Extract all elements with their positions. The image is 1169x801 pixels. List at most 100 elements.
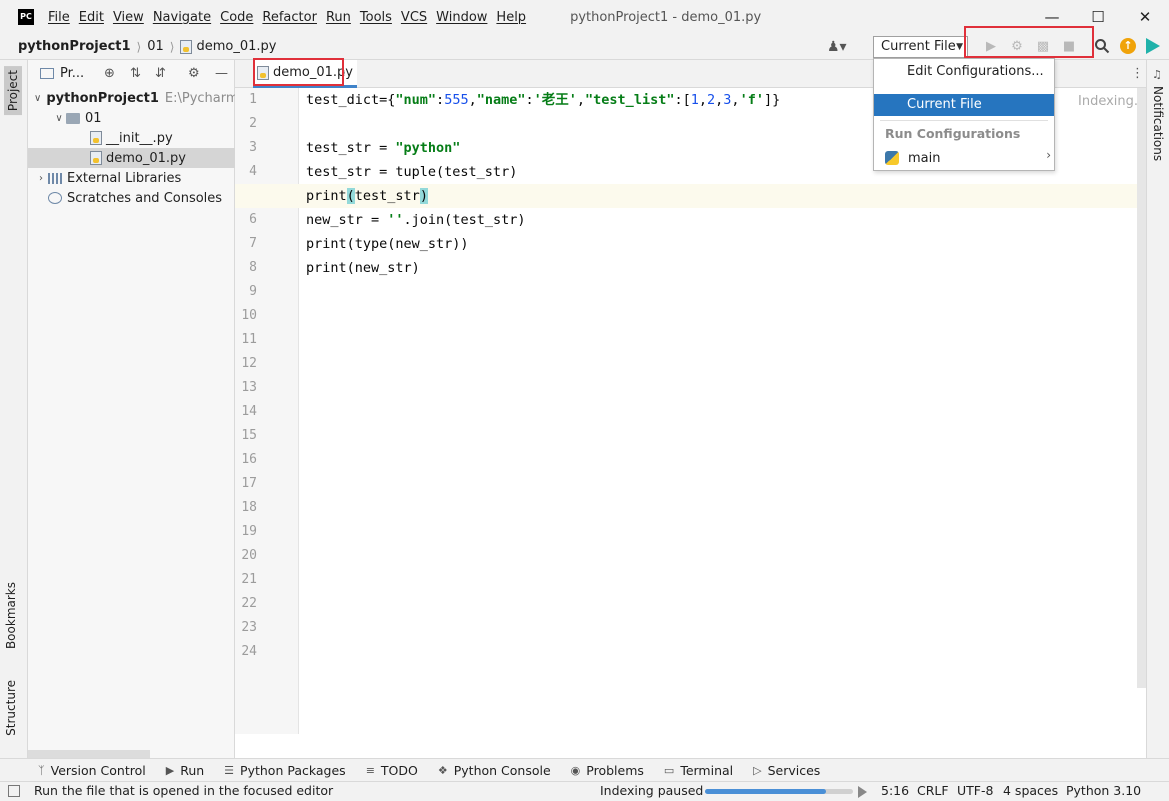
code-line[interactable]: print(type(new_str)): [306, 232, 469, 256]
menu-tools[interactable]: Tools: [360, 10, 392, 25]
tree-item-folder-01[interactable]: ∨ 01: [28, 108, 235, 128]
menu-help[interactable]: Help: [496, 10, 526, 25]
caret-position[interactable]: 5:16: [881, 783, 909, 798]
status-message: Run the file that is opened in the focus…: [34, 783, 334, 798]
code-line[interactable]: test_str = tuple(test_str): [306, 160, 517, 184]
ide-logo-icon[interactable]: [1146, 38, 1160, 54]
breadcrumb: pythonProject1 ⟩ 01 ⟩ demo_01.py: [18, 39, 276, 54]
tool-window-bar: ᛉ Version Control ▶ Run ☰ Python Packages ≡…: [0, 758, 1169, 781]
tree-item-project-root[interactable]: ∨ pythonProject1 E:\Pycharm: [28, 88, 235, 108]
run-buttons-highlight-box: [964, 26, 1094, 58]
line-number: 21: [241, 572, 257, 587]
code-line[interactable]: test_dict={"num":555,"name":'老王',"test_l…: [306, 88, 780, 112]
code-editor[interactable]: test_dict={"num":555,"name":'老王',"test_l…: [235, 88, 1146, 734]
menu-view[interactable]: View: [113, 10, 144, 25]
more-icon[interactable]: ⋮: [1131, 66, 1144, 81]
library-icon: [48, 172, 62, 184]
project-panel-title[interactable]: Pr...: [60, 66, 84, 81]
interpreter[interactable]: Python 3.10: [1066, 783, 1141, 798]
menu-navigate[interactable]: Navigate: [153, 10, 211, 25]
search-icon[interactable]: [1094, 38, 1110, 54]
main-config-item[interactable]: main ›: [885, 148, 1053, 168]
indexing-status[interactable]: Indexing paused: [600, 783, 703, 798]
progress-fill: [705, 789, 827, 794]
menu-file[interactable]: File: [48, 10, 70, 25]
breadcrumb-separator-icon: ⟩: [136, 39, 142, 54]
menu-code[interactable]: Code: [220, 10, 253, 25]
tool-tab-bookmarks[interactable]: Bookmarks: [4, 582, 18, 649]
breadcrumb-file[interactable]: demo_01.py: [196, 39, 276, 54]
tool-tab-structure[interactable]: Structure: [4, 680, 18, 736]
gear-icon[interactable]: ⚙: [188, 66, 200, 81]
chevron-down-icon[interactable]: ∨: [34, 93, 41, 104]
tool-python-packages[interactable]: ☰ Python Packages: [224, 763, 346, 778]
tab-highlight-box: [253, 58, 344, 86]
expand-all-icon[interactable]: ⇅: [130, 66, 141, 81]
chevron-right-icon[interactable]: ›: [34, 173, 48, 184]
tool-todo[interactable]: ≡ TODO: [366, 763, 418, 778]
tool-services[interactable]: ▷ Services: [753, 763, 820, 778]
tool-terminal[interactable]: ▭ Terminal: [664, 763, 733, 778]
menu-window[interactable]: Window: [436, 10, 487, 25]
edit-configurations-item[interactable]: Edit Configurations...: [874, 61, 1054, 83]
bell-icon[interactable]: ♫: [1152, 68, 1162, 81]
breadcrumb-project[interactable]: pythonProject1: [18, 39, 131, 54]
tool-run[interactable]: ▶ Run: [166, 763, 204, 778]
collapse-all-icon[interactable]: ⇵: [155, 66, 166, 81]
project-panel-header: Pr... ⊕ ⇅ ⇵ ⚙ —: [28, 60, 234, 87]
update-icon[interactable]: ↑: [1120, 38, 1136, 54]
menu-run[interactable]: Run: [326, 10, 351, 25]
line-number: 16: [241, 452, 257, 467]
vertical-scrollbar[interactable]: [1137, 88, 1146, 688]
tool-tab-notifications[interactable]: Notifications: [1151, 86, 1165, 161]
tool-label: Services: [767, 762, 821, 778]
tool-tab-project[interactable]: Project: [4, 66, 22, 116]
main-config-label: main: [908, 150, 941, 166]
locate-icon[interactable]: ⊕: [104, 66, 115, 81]
line-number: 24: [241, 644, 257, 659]
line-number: 3: [249, 140, 257, 155]
menu-vcs[interactable]: VCS: [401, 10, 427, 25]
menu-refactor[interactable]: Refactor: [262, 10, 317, 25]
file-encoding[interactable]: UTF-8: [957, 783, 993, 798]
line-number: 18: [241, 500, 257, 515]
minimize-icon[interactable]: —: [1041, 6, 1063, 28]
code-line[interactable]: print(test_str): [306, 184, 428, 208]
menu-edit[interactable]: Edit: [79, 10, 104, 25]
tree-item-scratches[interactable]: Scratches and Consoles: [28, 188, 235, 208]
tree-item-demo-file[interactable]: demo_01.py: [28, 148, 235, 168]
close-icon[interactable]: ✕: [1134, 6, 1156, 28]
line-number: 6: [249, 212, 257, 227]
run-config-select[interactable]: Current File ▼: [873, 36, 968, 58]
tool-python-console[interactable]: ❖ Python Console: [438, 763, 551, 778]
chevron-down-icon[interactable]: ∨: [52, 113, 66, 124]
line-separator[interactable]: CRLF: [917, 783, 949, 798]
code-line[interactable]: new_str = ''.join(test_str): [306, 208, 525, 232]
line-number: 12: [241, 356, 257, 371]
current-file-item[interactable]: Current File: [874, 94, 1054, 116]
horizontal-scrollbar[interactable]: [28, 750, 150, 758]
tool-version-control[interactable]: ᛉ Version Control: [38, 763, 146, 778]
code-line[interactable]: test_str = "python": [306, 136, 460, 160]
breadcrumb-folder[interactable]: 01: [147, 39, 164, 54]
tool-problems[interactable]: ◉ Problems: [571, 763, 644, 778]
toggle-tool-windows-icon[interactable]: [8, 785, 20, 797]
run-config-label: Current File: [881, 39, 956, 54]
app-logo: PC: [18, 9, 34, 25]
tree-item-init-file[interactable]: __init__.py: [28, 128, 235, 148]
line-number: 10: [241, 308, 257, 323]
tree-item-external-libraries[interactable]: › External Libraries: [28, 168, 235, 188]
code-line[interactable]: print(new_str): [306, 256, 420, 280]
indent-setting[interactable]: 4 spaces: [1003, 783, 1058, 798]
maximize-icon[interactable]: ☐: [1087, 6, 1109, 28]
resume-icon[interactable]: [858, 786, 867, 798]
breadcrumb-separator-icon: ⟩: [169, 39, 175, 54]
services-icon: ▷: [753, 763, 762, 777]
user-icon[interactable]: ♟▾: [827, 39, 847, 55]
run-icon: ▶: [165, 763, 175, 777]
line-number: 22: [241, 596, 257, 611]
line-number: 9: [249, 284, 257, 299]
run-configurations-heading: Run Configurations: [885, 126, 1021, 141]
line-number: 13: [241, 380, 257, 395]
hide-panel-icon[interactable]: —: [215, 66, 228, 81]
